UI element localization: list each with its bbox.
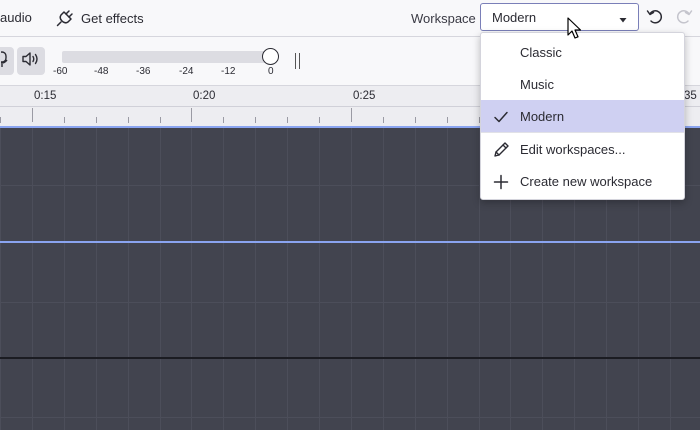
meter-resize-handle[interactable] [295,53,300,69]
ruler-minor-tick [160,117,161,123]
workspace-label: Workspace [411,11,476,26]
pencil-icon [492,141,510,159]
meter-tick: 0 [268,66,274,77]
ruler-minor-tick [0,117,1,123]
ruler-major-tick [351,108,352,122]
track-separator [0,241,700,243]
ruler-minor-tick [96,117,97,123]
ruler-label: 0:20 [193,90,216,102]
menu-item-label: Music [520,76,554,92]
get-effects-label: Get effects [81,10,144,26]
ruler-label: 0:15 [34,90,57,102]
undo-button[interactable] [643,6,667,30]
plus-icon [492,173,510,191]
ruler-minor-tick [415,117,416,123]
ruler-minor-tick [447,117,448,123]
playback-meter-button[interactable] [17,47,45,75]
get-effects-button[interactable]: Get effects [54,7,144,29]
microphone-icon [0,50,11,73]
menu-item-label: Modern [520,108,565,124]
workspace-select-value: Modern [492,10,537,25]
volume-slider-thumb[interactable] [262,48,279,65]
track-separator [0,357,700,359]
meter-tick: -60 [53,66,68,77]
ruler-label: 0:25 [353,90,376,102]
meter-tick: -12 [221,66,236,77]
plug-icon [54,7,76,29]
record-meter-button[interactable] [0,47,14,75]
ruler-major-tick [191,108,192,122]
ruler-minor-tick [223,117,224,123]
ruler-minor-tick [128,117,129,123]
workspace-menu: Classic Music Modern Edit workspaces... [480,32,685,200]
menu-item-modern[interactable]: Modern [481,100,684,132]
menu-item-label: Create new workspace [520,173,653,189]
undo-icon [645,6,665,31]
redo-icon [674,6,694,31]
ruler-minor-tick [383,117,384,123]
audio-menu-label[interactable]: audio [0,10,32,25]
ruler-label: 35 [684,90,697,102]
ruler-minor-tick [64,117,65,123]
menu-item-classic[interactable]: Classic [481,36,684,68]
caret-down-icon [618,12,628,23]
meter-tick: -48 [94,66,109,77]
menu-item-label: Classic [520,44,562,60]
menu-item-create-workspace[interactable]: Create new workspace [481,165,684,197]
speaker-icon [21,50,41,73]
meter-tick: -36 [136,66,151,77]
menu-item-music[interactable]: Music [481,68,684,100]
menu-item-edit-workspaces[interactable]: Edit workspaces... [481,133,684,165]
check-icon [492,108,510,126]
ruler-minor-tick [287,117,288,123]
meter-tick: -24 [179,66,194,77]
redo-button[interactable] [672,6,696,30]
workspace-select[interactable]: Modern [480,3,639,31]
ruler-minor-tick [255,117,256,123]
menu-item-label: Edit workspaces... [520,141,626,157]
ruler-minor-tick [319,117,320,123]
volume-slider-track[interactable] [62,51,272,63]
ruler-major-tick [32,108,33,122]
